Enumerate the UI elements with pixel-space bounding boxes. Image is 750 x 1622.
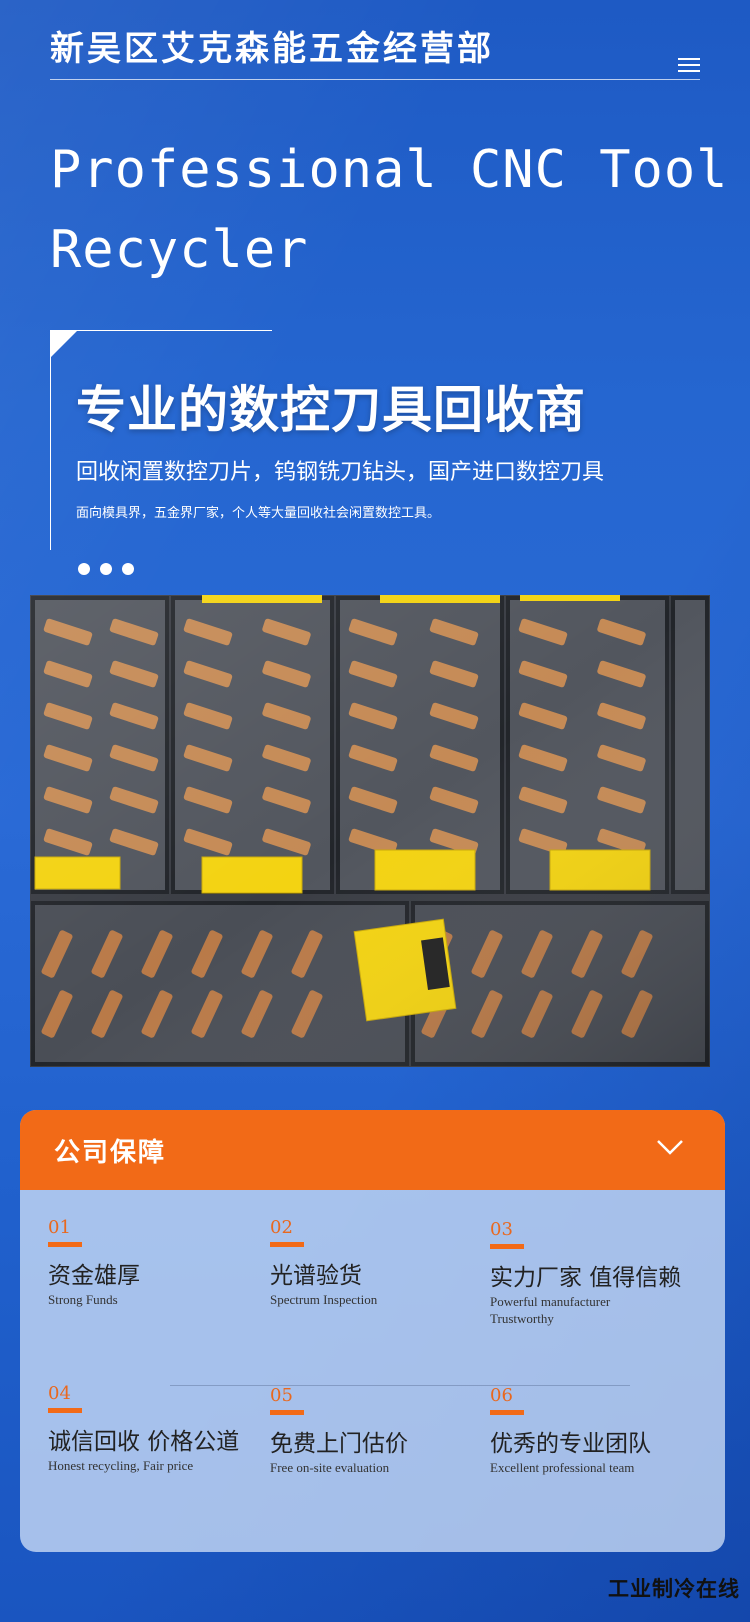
- slide-corner-decoration: [50, 330, 78, 358]
- item-subtitle: Excellent professional team: [490, 1460, 635, 1475]
- item-title: 光谱验货: [270, 1263, 362, 1289]
- carousel-dot-2[interactable]: [100, 563, 112, 575]
- brand-name: 新吴区艾克森能五金经营部: [50, 29, 494, 69]
- guarantee-item-06: 06 优秀的专业团队 Excellent professional team: [490, 1384, 718, 1476]
- item-number: 05: [270, 1385, 293, 1406]
- item-subtitle: Strong Funds: [48, 1292, 118, 1307]
- item-number: 04: [48, 1383, 71, 1404]
- guarantee-item-05: 05 免费上门估价 Free on-site evaluation: [270, 1384, 490, 1476]
- item-title: 免费上门估价: [270, 1431, 408, 1457]
- item-number: 02: [270, 1217, 293, 1238]
- item-number: 06: [490, 1385, 513, 1406]
- guarantee-panel-header[interactable]: 公司保障: [20, 1110, 725, 1190]
- item-subtitle: Honest recycling, Fair price: [48, 1458, 194, 1473]
- hero-heading: Professional CNC Tool Recycler: [50, 130, 730, 290]
- item-number-bar: [48, 1242, 82, 1247]
- item-title: 优秀的专业团队: [490, 1431, 651, 1457]
- header-divider: [50, 79, 700, 80]
- carousel-dots: [78, 563, 134, 575]
- site-header: 新吴区艾克森能五金经营部: [50, 28, 700, 80]
- carousel-dot-3[interactable]: [122, 563, 134, 575]
- guarantee-item-04: 04 诚信回收 价格公道 Honest recycling, Fair pric…: [48, 1382, 268, 1474]
- photo-glare: [30, 595, 710, 1067]
- slide-subtitle: 回收闲置数控刀片，钨钢铣刀钻头，国产进口数控刀具: [76, 460, 605, 485]
- guarantee-item-02: 02 光谱验货 Spectrum Inspection: [270, 1216, 490, 1308]
- item-subtitle: Powerful manufacturer Trustworthy: [490, 1294, 611, 1326]
- item-number-bar: [270, 1410, 304, 1415]
- guarantee-item-01: 01 资金雄厚 Strong Funds: [48, 1216, 268, 1308]
- guarantee-item-03: 03 实力厂家 值得信赖 Powerful manufacturer Trust…: [490, 1218, 718, 1327]
- item-subtitle: Free on-site evaluation: [270, 1460, 390, 1475]
- hero-line-2: Recycler: [50, 220, 309, 280]
- hamburger-menu-icon[interactable]: [678, 58, 700, 74]
- item-number-bar: [490, 1410, 524, 1415]
- item-title: 资金雄厚: [48, 1263, 140, 1289]
- item-title: 实力厂家 值得信赖: [490, 1265, 682, 1291]
- cnc-inserts-illustration: [30, 595, 710, 1067]
- item-number-bar: [490, 1244, 524, 1249]
- slide-title: 专业的数控刀具回收商: [76, 381, 586, 439]
- watermark-text: 工业制冷在线: [608, 1577, 740, 1601]
- item-title: 诚信回收 价格公道: [48, 1429, 240, 1455]
- slide-frame-top: [50, 330, 272, 331]
- item-number-bar: [48, 1408, 82, 1413]
- guarantee-title: 公司保障: [54, 1138, 167, 1168]
- chevron-down-icon[interactable]: [655, 1132, 685, 1162]
- slide-description: 面向模具界，五金界厂家，个人等大量回收社会闲置数控工具。: [76, 506, 441, 521]
- hero-line-1: Professional CNC Tool: [50, 140, 729, 200]
- slide-frame-left: [50, 330, 51, 550]
- item-number: 01: [48, 1217, 71, 1238]
- guarantee-panel: 公司保障 01 资金雄厚 Strong Funds 02 光谱验货 Spectr…: [20, 1110, 725, 1552]
- carousel-dot-1[interactable]: [78, 563, 90, 575]
- cnc-inserts-photo: [30, 595, 710, 1067]
- item-number: 03: [490, 1219, 513, 1240]
- guarantee-grid: 01 资金雄厚 Strong Funds 02 光谱验货 Spectrum In…: [20, 1190, 725, 1552]
- item-number-bar: [270, 1242, 304, 1247]
- item-subtitle: Spectrum Inspection: [270, 1292, 378, 1307]
